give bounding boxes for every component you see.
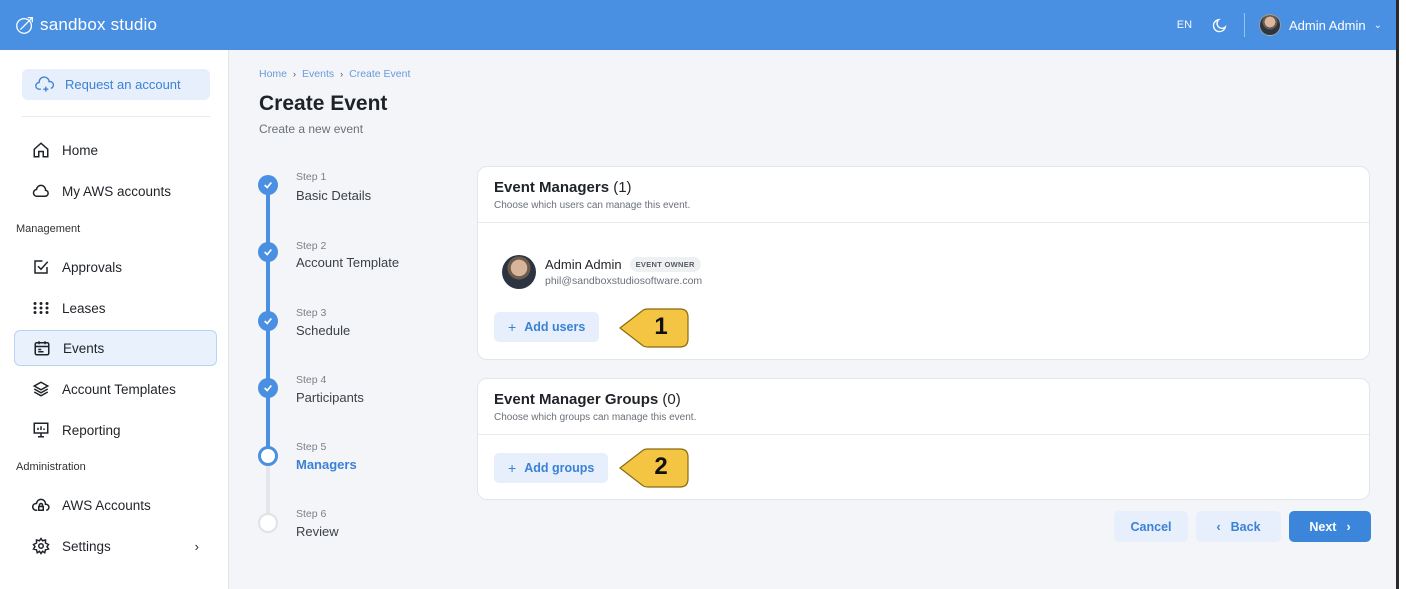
step-3-number: Step 3 (296, 307, 327, 319)
breadcrumb: Home › Events › Create Event (259, 68, 410, 81)
top-bar: sandbox studio EN Admin Admin ⌄ (0, 0, 1396, 50)
manager-email: phil@sandboxstudiosoftware.com (545, 275, 703, 287)
step-3-label[interactable]: Schedule (296, 323, 350, 338)
moon-icon (1212, 18, 1227, 33)
event-managers-description: Choose which users can manage this event… (494, 200, 691, 211)
step-1-number: Step 1 (296, 171, 327, 183)
event-owner-badge: EVENT OWNER (629, 257, 701, 272)
step-1-check-icon[interactable] (258, 175, 278, 195)
request-account-button[interactable]: Request an account (22, 69, 210, 100)
cloud-lock-icon (32, 498, 50, 511)
step-5-label[interactable]: Managers (296, 457, 357, 472)
step-3-check-icon[interactable] (258, 311, 278, 331)
sidebar-item-aws-accounts[interactable]: AWS Accounts (14, 487, 217, 523)
step-2-number: Step 2 (296, 240, 327, 252)
sidebar-item-home[interactable]: Home (14, 132, 217, 168)
event-manager-groups-count: (0) (662, 391, 681, 408)
step-6-pending-icon[interactable] (258, 513, 278, 533)
grid-dots-icon (33, 302, 49, 314)
sidebar-divider (22, 116, 210, 117)
manager-list-item: Admin Admin EVENT OWNER phil@sandboxstud… (502, 255, 702, 289)
manager-name: Admin Admin (545, 257, 622, 272)
step-4-number: Step 4 (296, 374, 327, 386)
sidebar-item-events[interactable]: Events (14, 330, 217, 366)
back-button[interactable]: ‹ Back (1196, 511, 1281, 542)
sidebar-item-account-templates[interactable]: Account Templates (14, 371, 217, 407)
step-6-label[interactable]: Review (296, 524, 339, 539)
calendar-icon (34, 341, 50, 356)
step-2-label[interactable]: Account Template (296, 255, 399, 270)
language-switcher[interactable]: EN (1177, 19, 1192, 31)
event-manager-groups-description: Choose which groups can manage this even… (494, 412, 697, 423)
event-managers-count: (1) (613, 179, 632, 196)
chevron-left-icon: ‹ (1216, 519, 1221, 534)
plus-icon: + (508, 460, 517, 476)
step-4-check-icon[interactable] (258, 378, 278, 398)
stepper-remaining-line (266, 463, 270, 519)
step-4-label[interactable]: Participants (296, 390, 364, 405)
chevron-right-icon: › (194, 538, 199, 554)
section-label-management: Management (16, 223, 81, 235)
presentation-icon (33, 422, 49, 438)
app-logo[interactable]: sandbox studio (14, 14, 157, 36)
sandbox-logo-icon (16, 17, 33, 34)
cloud-plus-icon (35, 75, 55, 92)
plus-icon: + (508, 319, 517, 335)
step-5-number: Step 5 (296, 441, 327, 453)
breadcrumb-create-event[interactable]: Create Event (349, 68, 410, 81)
section-label-administration: Administration (16, 461, 86, 473)
chevron-right-icon: › (1346, 519, 1351, 534)
window-edge (1396, 0, 1406, 589)
breadcrumb-home[interactable]: Home (259, 68, 287, 81)
chevron-down-icon[interactable]: ⌄ (1374, 20, 1382, 31)
next-button[interactable]: Next › (1289, 511, 1371, 542)
page-title: Create Event (259, 92, 388, 115)
callout-1: 1 (618, 307, 690, 349)
home-icon (33, 142, 49, 158)
step-5-current-icon[interactable] (258, 446, 278, 466)
add-users-button[interactable]: + Add users (494, 312, 600, 342)
gear-icon (32, 537, 50, 555)
breadcrumb-separator-icon: › (293, 69, 297, 79)
page-subtitle: Create a new event (259, 122, 364, 136)
layers-icon (32, 381, 50, 397)
sidebar-item-leases[interactable]: Leases (14, 290, 217, 326)
step-2-check-icon[interactable] (258, 242, 278, 262)
add-groups-button[interactable]: + Add groups (494, 453, 609, 483)
sidebar-item-my-aws-accounts[interactable]: My AWS accounts (14, 173, 217, 209)
event-manager-groups-title: Event Manager Groups (0) (494, 391, 681, 408)
manager-avatar (502, 255, 536, 289)
topbar-divider (1244, 13, 1246, 37)
sidebar: Request an account Home My AWS accounts … (0, 50, 229, 589)
wizard-stepper: Step 1 Basic Details Step 2 Account Temp… (257, 170, 457, 589)
app-name: sandbox studio (40, 15, 158, 34)
user-menu[interactable]: Admin Admin (1289, 18, 1366, 33)
step-6-number: Step 6 (296, 508, 327, 520)
cancel-button[interactable]: Cancel (1114, 511, 1188, 542)
user-avatar[interactable] (1259, 14, 1282, 36)
event-managers-card: Event Managers (1) Choose which users ca… (477, 166, 1370, 360)
step-1-label[interactable]: Basic Details (296, 188, 371, 203)
cloud-icon (32, 184, 49, 197)
sidebar-item-settings[interactable]: Settings › (14, 528, 217, 564)
approval-check-icon (34, 260, 49, 274)
breadcrumb-separator-icon: › (340, 69, 344, 79)
sidebar-item-approvals[interactable]: Approvals (14, 249, 217, 285)
sidebar-item-reporting[interactable]: Reporting (14, 412, 217, 448)
event-managers-title: Event Managers (1) (494, 179, 632, 196)
event-manager-groups-card: Event Manager Groups (0) Choose which gr… (477, 378, 1370, 500)
callout-2: 2 (618, 447, 690, 489)
main-content: Home › Events › Create Event Create Even… (229, 50, 1396, 589)
breadcrumb-events[interactable]: Events (302, 68, 334, 81)
dark-mode-toggle[interactable] (1212, 17, 1228, 33)
